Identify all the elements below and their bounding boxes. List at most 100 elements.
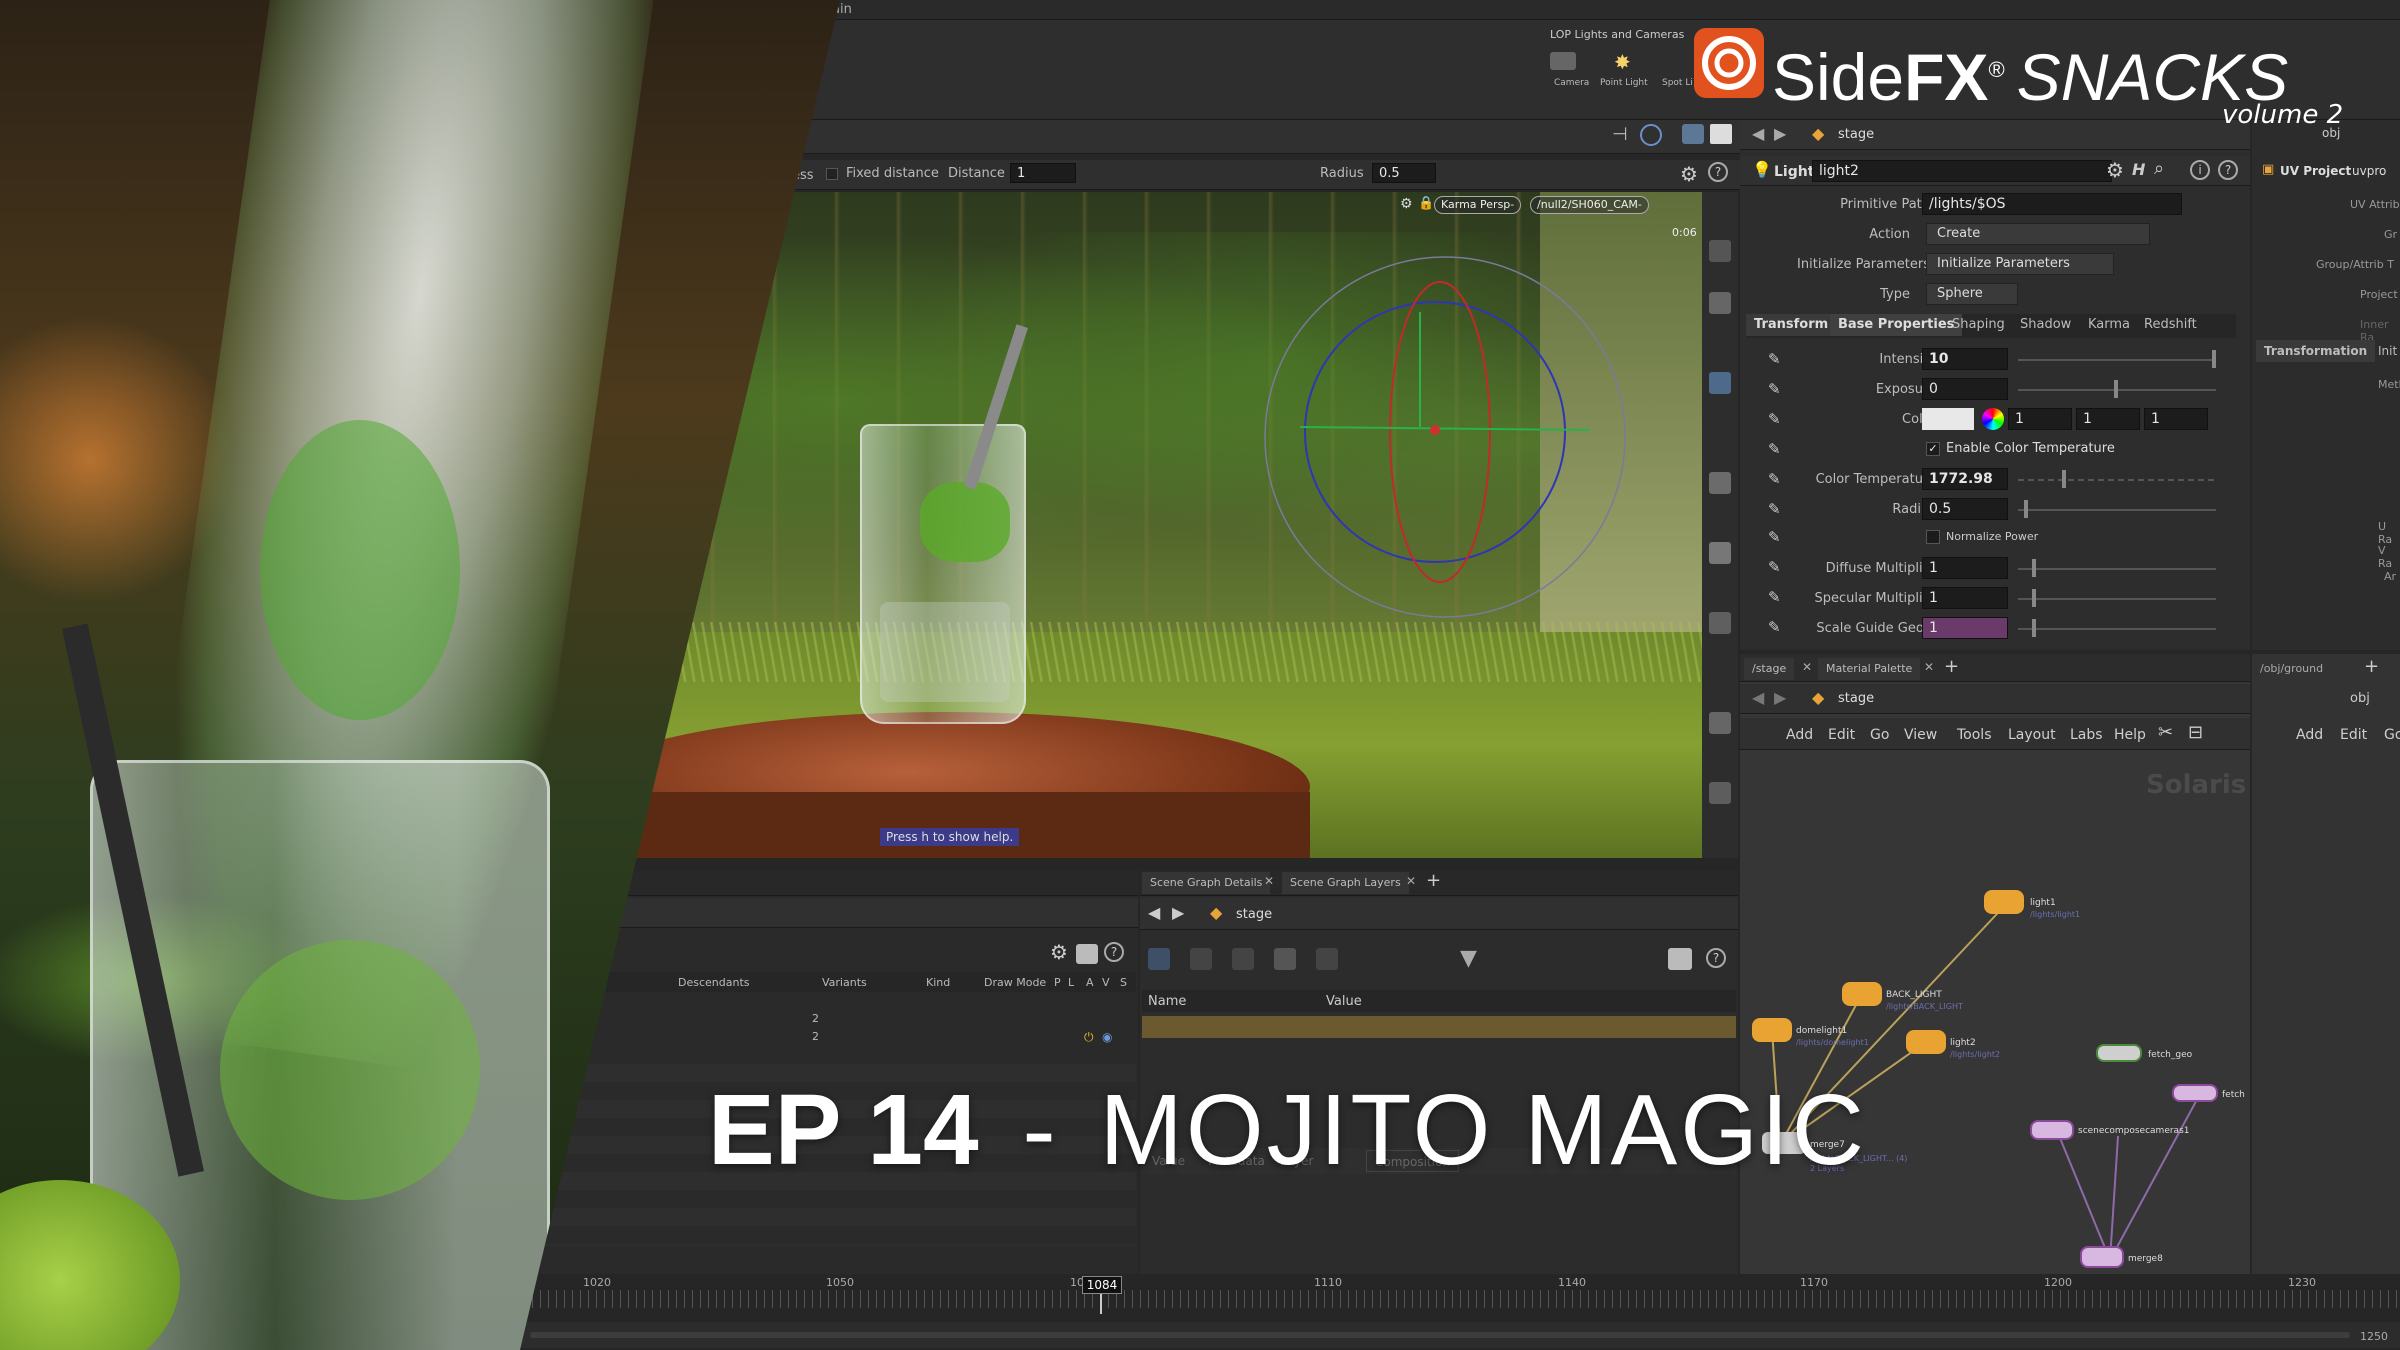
network-path[interactable]: stage xyxy=(1838,691,1874,706)
light-toggle-icon[interactable]: ⏻ xyxy=(1084,1030,1094,1045)
display-option-icon-3[interactable] xyxy=(1709,372,1731,394)
node-light1[interactable] xyxy=(1984,890,2024,914)
camera-tool-label[interactable]: Camera xyxy=(1554,78,1589,88)
camera-settings-icon[interactable]: ⚙ xyxy=(1400,196,1413,212)
sg-value-column[interactable]: Value xyxy=(1326,994,1362,1009)
visibility-icon[interactable]: ◉ xyxy=(1102,1030,1112,1044)
pen-icon-intensity[interactable]: ✎ xyxy=(1768,350,1784,368)
3d-viewport[interactable]: ⚙ 🔒 Karma Persp- /null2/SH060_CAM- 0:06 … xyxy=(620,192,1702,858)
light-handle-gizmo[interactable] xyxy=(1260,252,1630,622)
intensity-slider-knob[interactable] xyxy=(2212,350,2216,368)
scale-guide-slider[interactable] xyxy=(2018,628,2216,630)
network-forward-icon[interactable]: ▶ xyxy=(1774,688,1786,707)
scale-guide-slider-knob[interactable] xyxy=(2032,619,2036,637)
tab-shaping[interactable]: Shaping xyxy=(1944,314,2013,336)
pen-icon-color[interactable]: ✎ xyxy=(1768,410,1784,428)
gear-icon[interactable]: ⚙ xyxy=(1680,162,1698,186)
param-gear-icon[interactable]: ⚙ xyxy=(2106,158,2124,182)
node-merge8[interactable] xyxy=(2080,1246,2124,1268)
tab-scene-graph-layers[interactable]: Scene Graph Layers xyxy=(1282,872,1409,894)
intensity-field[interactable]: 10 xyxy=(1922,348,2008,370)
exposure-field[interactable]: 0 xyxy=(1922,378,2008,400)
camera-icon[interactable] xyxy=(1550,52,1576,70)
radius-slider[interactable] xyxy=(2018,509,2216,511)
sg-camera-icon[interactable] xyxy=(1668,948,1692,970)
specular-slider[interactable] xyxy=(2018,598,2216,600)
display-icon[interactable] xyxy=(1710,124,1732,144)
hip-icon[interactable]: H xyxy=(2132,160,2145,179)
range-slider[interactable] xyxy=(530,1332,2350,1338)
camera-menu[interactable]: /null2/SH060_CAM- xyxy=(1530,196,1649,214)
col-draw-mode[interactable]: Draw Mode xyxy=(984,976,1046,989)
node-scenecompose[interactable] xyxy=(2030,1120,2074,1140)
pen-icon-enable-color-temp[interactable]: ✎ xyxy=(1768,440,1784,458)
node-domelight1[interactable] xyxy=(1752,1018,1792,1042)
color-r-field[interactable]: 1 xyxy=(2008,408,2072,430)
color-g-field[interactable]: 1 xyxy=(2076,408,2140,430)
col-p[interactable]: P xyxy=(1054,976,1061,989)
node-name-field[interactable]: light2 xyxy=(1812,160,2112,182)
color-temp-slider[interactable] xyxy=(2018,479,2216,481)
menu-layout[interactable]: Layout xyxy=(2008,727,2056,743)
pen-icon-diffuse[interactable]: ✎ xyxy=(1768,558,1784,576)
scene-tree-gear-icon[interactable]: ⚙ xyxy=(1050,940,1068,964)
sg-forward-icon[interactable]: ▶ xyxy=(1172,903,1184,922)
normalize-power-checkbox[interactable] xyxy=(1926,530,1940,544)
network-back-icon[interactable]: ◀ xyxy=(1752,688,1764,707)
primitive-path-field[interactable]: /lights/$OS xyxy=(1922,193,2182,215)
diffuse-slider[interactable] xyxy=(2018,568,2216,570)
close-tab-icon[interactable]: ✕ xyxy=(1406,874,1416,888)
sg-selected-row[interactable] xyxy=(1142,1016,1736,1038)
end-frame[interactable]: 1250 xyxy=(2360,1330,2388,1343)
obj-menu-go[interactable]: Go xyxy=(2384,727,2400,743)
playhead[interactable] xyxy=(1100,1294,1102,1314)
scale-guide-field[interactable]: 1 xyxy=(1922,617,2008,639)
back-arrow-icon[interactable]: ◀ xyxy=(1752,124,1764,143)
scene-tree-camera-icon[interactable] xyxy=(1076,944,1098,964)
pin-icon[interactable]: ⊣ xyxy=(1612,124,1628,145)
col-kind[interactable]: Kind xyxy=(926,976,950,989)
tab-material-palette[interactable]: Material Palette xyxy=(1818,658,1921,680)
sg-expand-icon[interactable] xyxy=(1274,948,1296,970)
intensity-slider[interactable] xyxy=(2018,359,2216,361)
tab-scene-graph-details[interactable]: Scene Graph Details xyxy=(1142,872,1271,894)
sg-list-view-icon[interactable] xyxy=(1190,948,1212,970)
scene-graph-path[interactable]: stage xyxy=(1236,907,1272,922)
node-fetch[interactable] xyxy=(2172,1084,2218,1102)
link-icon[interactable] xyxy=(1640,124,1662,146)
sg-filter-icon[interactable]: ▼ xyxy=(1460,946,1477,971)
color-temp-field[interactable]: 1772.98 xyxy=(1922,468,2008,490)
distance-field[interactable]: 1 xyxy=(1010,163,1076,183)
pen-icon-exposure[interactable]: ✎ xyxy=(1768,380,1784,398)
enable-color-temp-checkbox[interactable]: ✓ xyxy=(1926,442,1940,456)
display-option-icon-7[interactable] xyxy=(1709,712,1731,734)
light-type-menu[interactable]: Sphere xyxy=(1926,283,2018,305)
display-option-icon-2[interactable] xyxy=(1709,292,1731,314)
menu-help[interactable]: Help xyxy=(2114,727,2146,743)
add-tab-icon[interactable]: + xyxy=(1944,656,1959,677)
tools-icon[interactable]: ✂ xyxy=(2158,722,2173,743)
color-swatch[interactable] xyxy=(1922,408,1974,430)
display-option-icon-6[interactable] xyxy=(1709,612,1731,634)
pen-icon-scale-guide[interactable]: ✎ xyxy=(1768,618,1784,636)
display-option-icon-8[interactable] xyxy=(1709,782,1731,804)
forward-arrow-icon[interactable]: ▶ xyxy=(1774,124,1786,143)
color-wheel-icon[interactable] xyxy=(1982,408,2004,430)
param-help-icon[interactable]: ? xyxy=(2218,160,2238,180)
initialize-parameters-menu[interactable]: Initialize Parameters xyxy=(1926,253,2114,275)
node-back-light[interactable] xyxy=(1842,982,1882,1006)
radius-handle-field[interactable]: 0.5 xyxy=(1372,163,1436,183)
radius-field[interactable]: 0.5 xyxy=(1922,498,2008,520)
sg-column-view-icon[interactable] xyxy=(1232,948,1254,970)
col-a[interactable]: A xyxy=(1086,976,1094,989)
display-option-icon-4[interactable] xyxy=(1709,472,1731,494)
viewport-options-icon[interactable] xyxy=(1682,124,1704,144)
specular-slider-knob[interactable] xyxy=(2032,589,2036,607)
col-l[interactable]: L xyxy=(1068,976,1074,989)
close-tab-icon[interactable]: ✕ xyxy=(1264,874,1274,888)
obj-network-editor[interactable] xyxy=(2252,654,2400,1274)
obj-menu-edit[interactable]: Edit xyxy=(2340,727,2367,743)
add-obj-tab-icon[interactable]: + xyxy=(2364,656,2379,677)
uv-project-name[interactable]: uvpro xyxy=(2352,164,2386,178)
add-tab-icon[interactable]: + xyxy=(1426,870,1441,891)
